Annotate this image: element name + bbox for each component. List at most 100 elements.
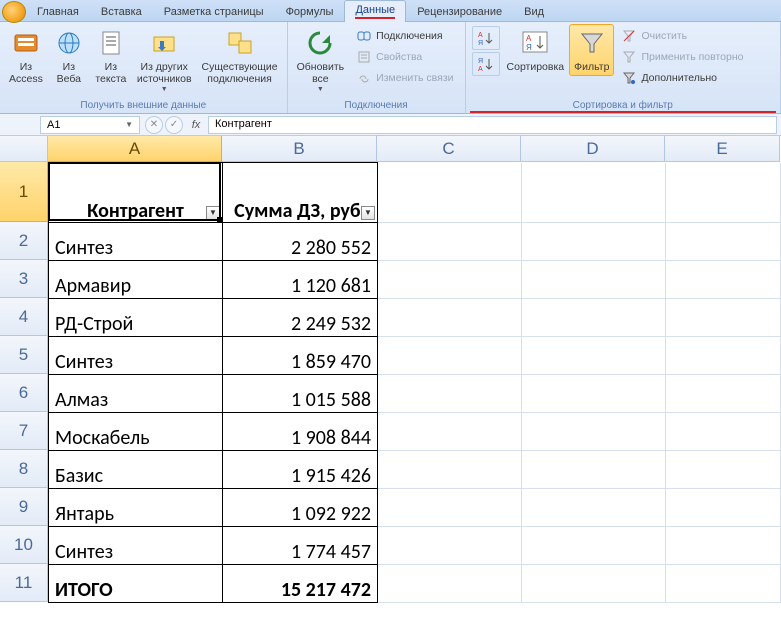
cell-6-B[interactable]: 1 015 588 — [223, 375, 378, 413]
cell-7-A[interactable]: Москабель — [49, 413, 223, 451]
from-web-button[interactable]: Из Веба — [48, 24, 90, 88]
clear-filter-button[interactable]: Очистить — [616, 26, 748, 46]
cell-2-D[interactable] — [522, 223, 666, 261]
tab-1[interactable]: Вставка — [90, 2, 153, 21]
tab-4[interactable]: Данные — [344, 0, 406, 22]
cell-9-C[interactable] — [378, 489, 522, 527]
cell-10-E[interactable] — [666, 527, 781, 565]
cell-8-C[interactable] — [378, 451, 522, 489]
col-header-A[interactable]: A — [48, 136, 222, 162]
cell-10-B[interactable]: 1 774 457 — [223, 527, 378, 565]
cell-3-B[interactable]: 1 120 681 — [223, 261, 378, 299]
row-header-5[interactable]: 5 — [0, 336, 48, 374]
col-header-B[interactable]: B — [222, 136, 377, 162]
refresh-all-button[interactable]: Обновить все ▼ — [292, 24, 350, 96]
cell-2-B[interactable]: 2 280 552 — [223, 223, 378, 261]
cell-7-E[interactable] — [666, 413, 781, 451]
select-all-button[interactable] — [0, 136, 48, 162]
row-header-11[interactable]: 11 — [0, 564, 48, 602]
sort-asc-button[interactable]: АЯ — [472, 26, 500, 50]
cell-2-E[interactable] — [666, 223, 781, 261]
cell-4-B[interactable]: 2 249 532 — [223, 299, 378, 337]
filter-button[interactable]: Фильтр — [569, 24, 614, 76]
cell-1-C[interactable] — [378, 163, 522, 223]
cell-10-D[interactable] — [522, 527, 666, 565]
advanced-filter-button[interactable]: Дополнительно — [616, 68, 748, 88]
cell-8-A[interactable]: Базис — [49, 451, 223, 489]
row-header-6[interactable]: 6 — [0, 374, 48, 412]
cell-7-B[interactable]: 1 908 844 — [223, 413, 378, 451]
cell-10-A[interactable]: Синтез — [49, 527, 223, 565]
cell-total-D[interactable] — [522, 565, 666, 603]
row-header-7[interactable]: 7 — [0, 412, 48, 450]
row-header-4[interactable]: 4 — [0, 298, 48, 336]
cell-6-D[interactable] — [522, 375, 666, 413]
cell-6-E[interactable] — [666, 375, 781, 413]
cell-1-D[interactable] — [522, 163, 666, 223]
cell-6-C[interactable] — [378, 375, 522, 413]
fx-button[interactable]: fx — [184, 119, 208, 131]
filter-dropdown-a[interactable]: ▼ — [206, 206, 220, 220]
tab-5[interactable]: Рецензирование — [406, 2, 513, 21]
formula-input[interactable]: Контрагент — [208, 116, 777, 134]
cell-2-A[interactable]: Синтез — [49, 223, 223, 261]
from-access-button[interactable]: Из Access — [4, 24, 48, 88]
existing-connections-button[interactable]: Существующие подключения — [197, 24, 283, 88]
cell-5-E[interactable] — [666, 337, 781, 375]
cell-3-C[interactable] — [378, 261, 522, 299]
cell-3-E[interactable] — [666, 261, 781, 299]
cell-5-A[interactable]: Синтез — [49, 337, 223, 375]
row-header-1[interactable]: 1 — [0, 162, 48, 222]
cancel-fn-button[interactable]: ✕ — [145, 116, 163, 134]
tab-6[interactable]: Вид — [513, 2, 555, 21]
cell-10-C[interactable] — [378, 527, 522, 565]
accept-fn-button[interactable]: ✓ — [165, 116, 183, 134]
row-header-3[interactable]: 3 — [0, 260, 48, 298]
cell-6-A[interactable]: Алмаз — [49, 375, 223, 413]
sort-button[interactable]: АЯ Сортировка — [502, 24, 570, 76]
row-header-10[interactable]: 10 — [0, 526, 48, 564]
reapply-button[interactable]: Применить повторно — [616, 47, 748, 67]
row-header-9[interactable]: 9 — [0, 488, 48, 526]
cell-total-B[interactable]: 15 217 472 — [223, 565, 378, 603]
name-box[interactable]: A1 ▼ — [40, 116, 140, 134]
cell-total-C[interactable] — [378, 565, 522, 603]
cell-5-B[interactable]: 1 859 470 — [223, 337, 378, 375]
cell-9-D[interactable] — [522, 489, 666, 527]
cell-5-C[interactable] — [378, 337, 522, 375]
cell-7-C[interactable] — [378, 413, 522, 451]
cell-4-A[interactable]: РД-Строй — [49, 299, 223, 337]
tab-2[interactable]: Разметка страницы — [153, 2, 275, 21]
header-cell-contragent[interactable]: Контрагент▼ — [49, 163, 223, 223]
cell-7-D[interactable] — [522, 413, 666, 451]
cell-5-D[interactable] — [522, 337, 666, 375]
col-header-D[interactable]: D — [521, 136, 665, 162]
cell-4-E[interactable] — [666, 299, 781, 337]
tab-3[interactable]: Формулы — [275, 2, 345, 21]
tab-0[interactable]: Главная — [26, 2, 90, 21]
properties-button[interactable]: Свойства — [351, 47, 458, 67]
connections-button[interactable]: Подключения — [351, 26, 458, 46]
cell-3-D[interactable] — [522, 261, 666, 299]
row-header-8[interactable]: 8 — [0, 450, 48, 488]
cell-4-C[interactable] — [378, 299, 522, 337]
cell-9-B[interactable]: 1 092 922 — [223, 489, 378, 527]
filter-dropdown-b[interactable]: ▼ — [361, 206, 375, 220]
col-header-C[interactable]: C — [377, 136, 521, 162]
cell-4-D[interactable] — [522, 299, 666, 337]
col-header-E[interactable]: E — [665, 136, 780, 162]
cell-8-B[interactable]: 1 915 426 — [223, 451, 378, 489]
cell-2-C[interactable] — [378, 223, 522, 261]
from-other-sources-button[interactable]: Из других источников ▼ — [132, 24, 197, 96]
cell-9-E[interactable] — [666, 489, 781, 527]
cell-total-A[interactable]: ИТОГО — [49, 565, 223, 603]
cell-1-E[interactable] — [666, 163, 781, 223]
cell-9-A[interactable]: Янтарь — [49, 489, 223, 527]
office-button[interactable] — [2, 1, 26, 23]
sort-desc-button[interactable]: ЯА — [472, 52, 500, 76]
from-text-button[interactable]: Из текста — [90, 24, 132, 88]
cell-total-E[interactable] — [666, 565, 781, 603]
edit-links-button[interactable]: Изменить связи — [351, 68, 458, 88]
row-header-2[interactable]: 2 — [0, 222, 48, 260]
cell-3-A[interactable]: Армавир — [49, 261, 223, 299]
